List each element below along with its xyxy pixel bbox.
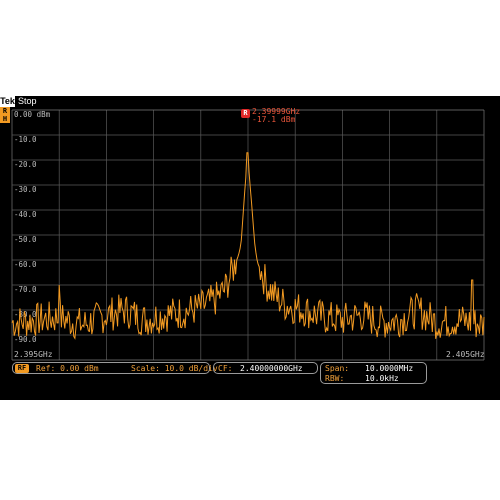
ref-level: Ref: 0.00 dBm bbox=[36, 364, 99, 373]
spectrum-plot[interactable]: 0.00 dBm -10.0 -20.0 -30.0 -40.0 -50.0 -60.0 -7… bbox=[0, 96, 500, 400]
rf-badge: RF bbox=[15, 364, 29, 373]
rbw-value: 10.0kHz bbox=[365, 374, 399, 383]
center-frequency-box[interactable]: CF: 2.40000000GHz bbox=[213, 362, 318, 374]
analyzer-screen: Tek Stop R H 0.00 dBm -10.0 -20.0 -30.0 -40.… bbox=[0, 96, 500, 400]
cf-value: 2.40000000GHz bbox=[240, 364, 303, 373]
scale-value: Scale: 10.0 dB/div bbox=[131, 364, 218, 373]
y-tick-label: -40.0 bbox=[14, 210, 37, 219]
y-tick-label: -30.0 bbox=[14, 185, 37, 194]
y-tick-label: -20.0 bbox=[14, 160, 37, 169]
y-tick-label: -90.0 bbox=[14, 335, 37, 344]
ref-scale-box[interactable]: RF Ref: 0.00 dBm Scale: 10.0 dB/div bbox=[12, 362, 218, 374]
stop-frequency: 2.405GHz bbox=[446, 350, 485, 359]
start-frequency: 2.395GHz bbox=[14, 350, 53, 359]
marker-level: -17.1 dBm bbox=[252, 115, 296, 124]
y-tick-label: -50.0 bbox=[14, 235, 37, 244]
settings-bar: RF Ref: 0.00 dBm Scale: 10.0 dB/div CF: … bbox=[0, 361, 500, 389]
y-tick-label: -10.0 bbox=[14, 135, 37, 144]
span-value: 10.0000MHz bbox=[365, 364, 414, 373]
span-label: Span: bbox=[325, 364, 350, 373]
cf-label: CF: bbox=[218, 364, 233, 373]
y-tick-label: -60.0 bbox=[14, 260, 37, 269]
span-rbw-box[interactable]: Span: 10.0000MHz RBW: 10.0kHz bbox=[320, 362, 427, 384]
rbw-label: RBW: bbox=[325, 374, 345, 383]
marker-badge[interactable]: R bbox=[241, 109, 250, 118]
marker-readout: 2.39999GHz -17.1 dBm bbox=[252, 108, 300, 124]
y-tick-label: -70.0 bbox=[14, 285, 37, 294]
y-tick-label: 0.00 dBm bbox=[14, 110, 51, 119]
